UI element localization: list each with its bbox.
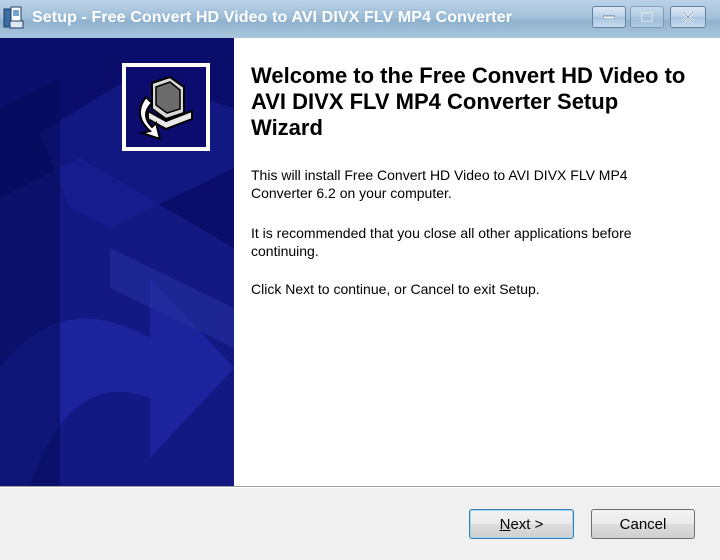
maximize-icon — [641, 12, 653, 22]
continue-instructions: Click Next to continue, or Cancel to exi… — [251, 281, 540, 297]
footer-divider — [0, 486, 720, 488]
cancel-button-label: Cancel — [619, 515, 667, 533]
wizard-content: Welcome to the Free Convert HD Video to … — [234, 38, 720, 486]
close-apps-recommendation: It is recommended that you close all oth… — [251, 225, 632, 259]
setup-app-icon[interactable] — [3, 6, 25, 30]
close-button[interactable] — [670, 6, 706, 28]
cancel-button[interactable]: Cancel — [591, 509, 695, 539]
install-description: This will install Free Convert HD Video … — [251, 167, 628, 201]
next-button-label: Next > — [499, 515, 544, 533]
installer-logo — [122, 63, 210, 151]
minimize-button[interactable] — [592, 6, 626, 28]
wizard-heading: Welcome to the Free Convert HD Video to … — [251, 63, 686, 140]
next-button[interactable]: Next > — [469, 509, 574, 539]
title-bar[interactable]: Setup - Free Convert HD Video to AVI DIV… — [0, 0, 720, 38]
maximize-button[interactable] — [630, 6, 664, 28]
computer-install-icon — [126, 67, 206, 147]
minimize-icon — [603, 15, 615, 19]
close-icon — [682, 11, 694, 23]
window-title: Setup - Free Convert HD Video to AVI DIV… — [32, 9, 513, 26]
setup-wizard-window: Setup - Free Convert HD Video to AVI DIV… — [0, 0, 720, 560]
